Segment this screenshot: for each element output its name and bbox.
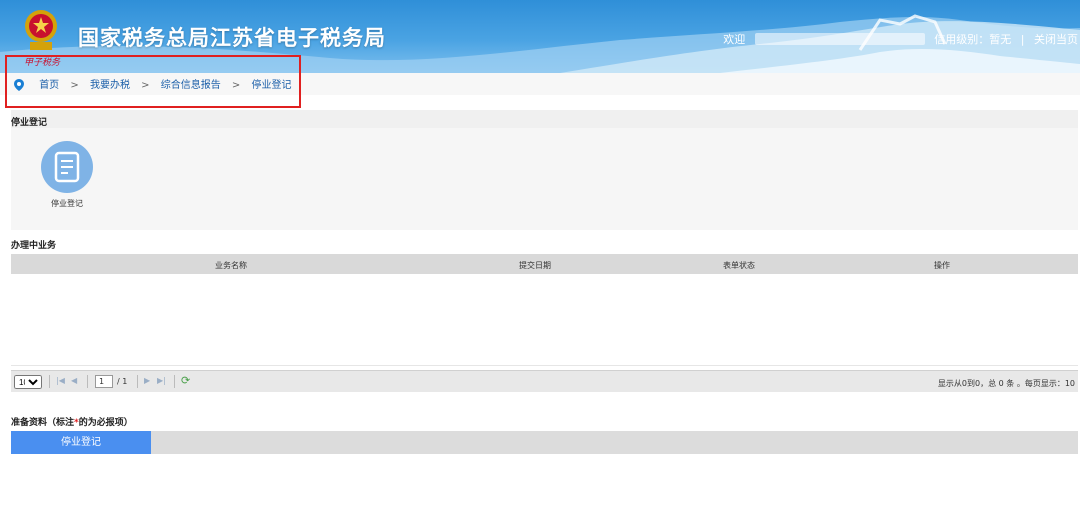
materials-tab-bar: 停业登记 <box>11 431 1078 454</box>
column-header-name[interactable]: 业务名称 <box>215 260 247 271</box>
first-page-icon[interactable]: |◀ <box>56 376 65 385</box>
section-register-title: 停业登记 <box>11 118 48 128</box>
pagination-info: 显示从0到0，总 0 条 。每页显示：10 <box>937 379 1075 388</box>
column-header-status[interactable]: 表单状态 <box>723 260 755 271</box>
next-page-icon[interactable]: ▶ <box>144 376 150 385</box>
annotation-highlight-box <box>5 55 301 108</box>
column-header-actions[interactable]: 操作 <box>934 260 950 271</box>
section-materials-title: 准备资料（标注*的为必报项） <box>11 415 133 428</box>
credit-level-text: 信用级别：暂无 <box>934 33 1012 46</box>
header-divider: | <box>1020 32 1025 46</box>
header-user-area: 欢迎 信用级别：暂无 | 关闭当页 <box>723 31 1078 47</box>
materials-title-suffix: 的为必报项） <box>78 418 133 428</box>
prev-page-icon[interactable]: ◀ <box>71 376 77 385</box>
close-page-link[interactable]: 关闭当页 <box>1034 31 1078 47</box>
column-header-date[interactable]: 提交日期 <box>519 260 551 271</box>
suspension-register-label[interactable]: 停业登记 <box>40 198 94 209</box>
table-header-row: 业务名称 提交日期 表单状态 操作 <box>11 254 1078 274</box>
table-body-empty <box>11 274 1078 366</box>
pager-divider <box>49 375 50 388</box>
pager-divider <box>87 375 88 388</box>
refresh-icon[interactable]: ⟳ <box>181 374 190 387</box>
total-pages-text: / 1 <box>117 377 128 386</box>
tax-emblem-logo <box>25 10 57 50</box>
pager-divider <box>174 375 175 388</box>
section-register-panel <box>11 128 1078 230</box>
section-register-bar <box>11 110 1078 128</box>
suspension-register-tile[interactable] <box>41 141 93 193</box>
tab-suspension-register[interactable]: 停业登记 <box>11 431 151 454</box>
section-in-progress-title: 办理中业务 <box>11 241 57 251</box>
redacted-username <box>754 33 925 45</box>
pager-divider <box>137 375 138 388</box>
materials-title-prefix: 准备资料（标注 <box>11 418 75 428</box>
welcome-text: 欢迎 <box>723 33 746 46</box>
last-page-icon[interactable]: ▶| <box>157 376 166 385</box>
pagination-bar: 10 |◀ ◀ 1 / 1 ▶ ▶| ⟳ 显示从0到0，总 0 条 。每页显示：… <box>11 370 1078 392</box>
page-size-select[interactable]: 10 <box>14 375 42 389</box>
site-title: 国家税务总局江苏省电子税务局 <box>78 26 386 50</box>
document-icon <box>54 151 80 183</box>
current-page-input[interactable]: 1 <box>95 375 113 388</box>
